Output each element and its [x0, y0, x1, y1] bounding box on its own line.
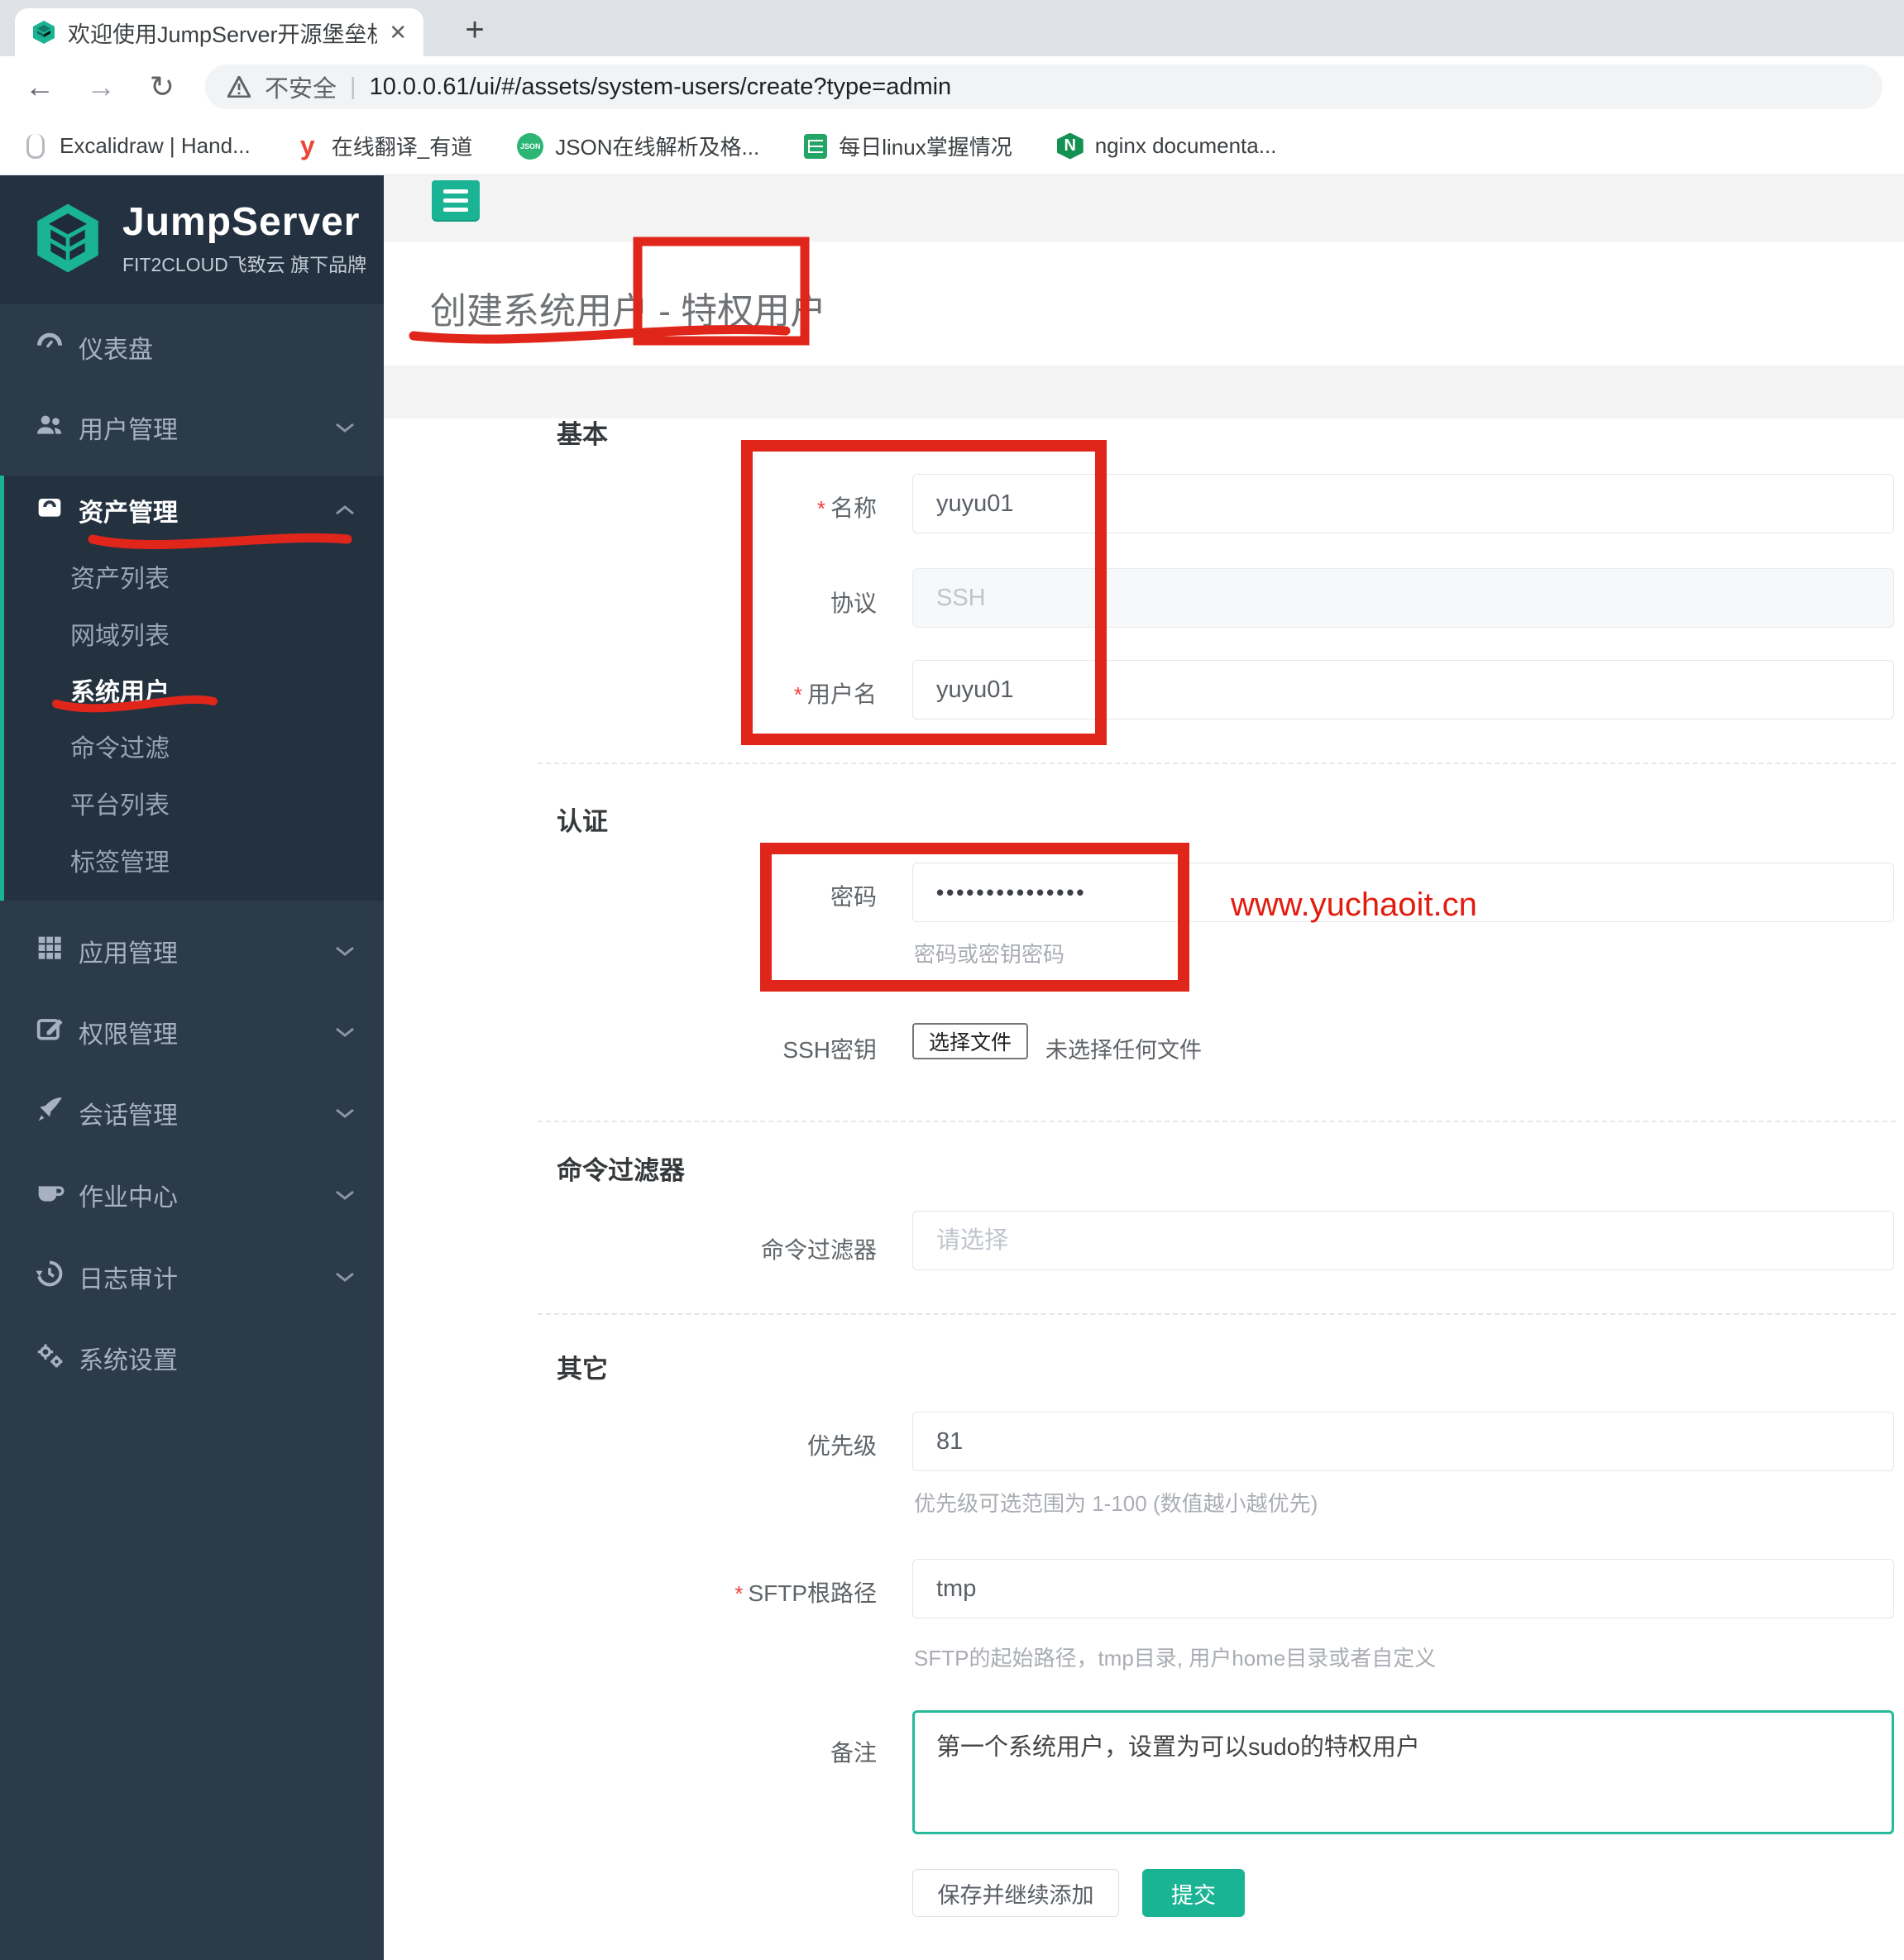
required-asterisk: *	[816, 496, 825, 521]
sidebar-item-applications[interactable]: 应用管理	[0, 923, 384, 979]
logo: JumpServer FIT2CLOUD飞致云 旗下品牌	[0, 175, 384, 304]
bookmark-youdao[interactable]: y 在线翻译_有道	[295, 131, 472, 161]
section-divider	[538, 1313, 1896, 1315]
choose-file-button[interactable]: 选择文件	[912, 1023, 1028, 1059]
excalidraw-favicon	[23, 133, 48, 159]
required-asterisk: *	[793, 682, 802, 707]
sftp-hint: SFTP的起始路径，tmp目录, 用户home目录或者自定义	[914, 1646, 1437, 1671]
sidebar-item-system-settings[interactable]: 系统设置	[0, 1330, 384, 1386]
section-divider	[538, 1121, 1896, 1122]
sidebar: JumpServer FIT2CLOUD飞致云 旗下品牌 仪表盘 用户管理 资产…	[0, 175, 384, 1960]
bookmark-linux[interactable]: 每日linux掌握情况	[804, 131, 1012, 161]
edit-square-icon	[31, 1012, 68, 1052]
json-favicon: JSON	[517, 132, 544, 160]
bookmark-json[interactable]: JSON JSON在线解析及格...	[517, 131, 759, 161]
command-filter-select[interactable]	[912, 1211, 1894, 1270]
file-status-text: 未选择任何文件	[1045, 1038, 1202, 1063]
priority-hint: 优先级可选范围为 1-100 (数值越小越优先)	[914, 1491, 1318, 1516]
chevron-up-icon	[334, 504, 356, 517]
sidebar-item-system-users[interactable]: 系统用户	[0, 665, 384, 715]
section-header-command-filter: 命令过滤器	[557, 1156, 685, 1185]
sidebar-item-log-audit[interactable]: 日志审计	[0, 1249, 384, 1305]
chevron-down-icon	[334, 1025, 356, 1039]
name-label: * 名称	[816, 495, 877, 521]
grid-icon	[31, 931, 68, 971]
chevron-down-icon	[334, 944, 356, 958]
rocket-icon	[31, 1093, 68, 1133]
users-icon	[31, 408, 68, 447]
password-hint: 密码或密钥密码	[914, 942, 1065, 967]
chevron-down-icon	[334, 1270, 356, 1284]
address-bar[interactable]: 不安全 | 10.0.0.61/ui/#/assets/system-users…	[205, 65, 1882, 109]
required-asterisk: *	[734, 1581, 744, 1606]
tab-title: 欢迎使用JumpServer开源堡垒机	[68, 22, 378, 47]
priority-input[interactable]	[912, 1412, 1894, 1471]
url-text: 10.0.0.61/ui/#/assets/system-users/creat…	[369, 73, 952, 100]
dashboard-icon	[31, 327, 68, 367]
back-icon[interactable]: ←	[22, 69, 58, 104]
not-secure-warning-icon	[227, 74, 251, 99]
password-label: 密码	[830, 884, 877, 910]
section-header-basic: 基本	[557, 420, 608, 449]
sidebar-item-dashboard[interactable]: 仪表盘	[0, 319, 384, 375]
command-filter-label: 命令过滤器	[760, 1237, 877, 1263]
logo-subtitle: FIT2CLOUD飞致云 旗下品牌	[122, 254, 367, 275]
jumpserver-logo-icon	[30, 200, 106, 280]
section-header-auth: 认证	[557, 807, 608, 836]
jumpserver-favicon	[31, 20, 56, 45]
submit-button[interactable]: 提交	[1142, 1869, 1245, 1917]
sidebar-item-asset-list[interactable]: 资产列表	[0, 552, 384, 601]
section-header-other: 其它	[557, 1355, 608, 1384]
sidebar-item-users[interactable]: 用户管理	[0, 399, 384, 456]
gears-icon	[31, 1338, 68, 1378]
url-separator: |	[350, 73, 356, 100]
sftp-root-label: * SFTP根路径	[734, 1580, 877, 1606]
username-label: * 用户名	[793, 681, 877, 707]
protocol-input	[912, 568, 1894, 628]
ssh-key-label: SSH密钥	[782, 1037, 877, 1063]
bookmarks-bar: Excalidraw | Hand... y 在线翻译_有道 JSON JSON…	[0, 117, 1904, 175]
main-content: 创建系统用户 - 特权用户 基本 *名称 协议 *用户名 认证 密码 密码或密钥…	[384, 175, 1904, 1960]
protocol-label: 协议	[830, 590, 877, 616]
coffee-icon	[31, 1175, 68, 1215]
security-label: 不安全	[265, 76, 337, 103]
priority-label: 优先级	[806, 1433, 877, 1459]
browser-url-bar: ← → ↻ 不安全 | 10.0.0.61/ui/#/assets/system…	[0, 56, 1904, 117]
reload-icon[interactable]: ↻	[144, 69, 180, 104]
comment-textarea[interactable]: 第一个系统用户，设置为可以sudo的特权用户	[912, 1710, 1894, 1834]
new-tab-button[interactable]: +	[453, 10, 496, 50]
sidebar-item-domain-list[interactable]: 网域列表	[0, 609, 384, 658]
sftp-root-input[interactable]	[912, 1559, 1894, 1618]
forward-icon[interactable]: →	[83, 69, 119, 104]
tab-close-icon[interactable]: ✕	[389, 20, 407, 45]
bookmark-nginx[interactable]: N nginx documenta...	[1056, 132, 1276, 160]
sidebar-item-platform-list[interactable]: 平台列表	[0, 778, 384, 828]
browser-tab-bar: 欢迎使用JumpServer开源堡垒机 ✕ +	[0, 0, 1904, 56]
chevron-down-icon	[334, 421, 356, 434]
browser-tab[interactable]: 欢迎使用JumpServer开源堡垒机 ✕	[15, 8, 423, 56]
name-input[interactable]	[912, 474, 1894, 533]
sheet-favicon	[804, 133, 828, 159]
sidebar-item-label-management[interactable]: 标签管理	[0, 835, 384, 885]
chevron-down-icon	[334, 1188, 356, 1202]
sidebar-item-command-filter[interactable]: 命令过滤	[0, 721, 384, 771]
sidebar-item-assets[interactable]: 资产管理	[0, 482, 384, 538]
username-input[interactable]	[912, 660, 1894, 719]
comment-label: 备注	[830, 1740, 877, 1766]
logo-title: JumpServer	[122, 200, 361, 244]
sidebar-item-sessions[interactable]: 会话管理	[0, 1085, 384, 1141]
asset-box-icon	[31, 490, 68, 530]
section-divider	[538, 762, 1896, 764]
sidebar-item-job-center[interactable]: 作业中心	[0, 1167, 384, 1223]
history-icon	[31, 1257, 68, 1297]
nginx-favicon: N	[1056, 132, 1084, 160]
watermark-text: www.yuchaoit.cn	[1231, 887, 1477, 923]
sidebar-item-permissions[interactable]: 权限管理	[0, 1004, 384, 1060]
bookmark-excalidraw[interactable]: Excalidraw | Hand...	[23, 133, 251, 159]
chevron-down-icon	[334, 1107, 356, 1120]
youdao-favicon: y	[299, 131, 315, 160]
create-system-user-form: 基本 *名称 协议 *用户名 认证 密码 密码或密钥密码 SSH密钥	[384, 175, 1904, 1960]
save-and-continue-button[interactable]: 保存并继续添加	[912, 1869, 1119, 1917]
